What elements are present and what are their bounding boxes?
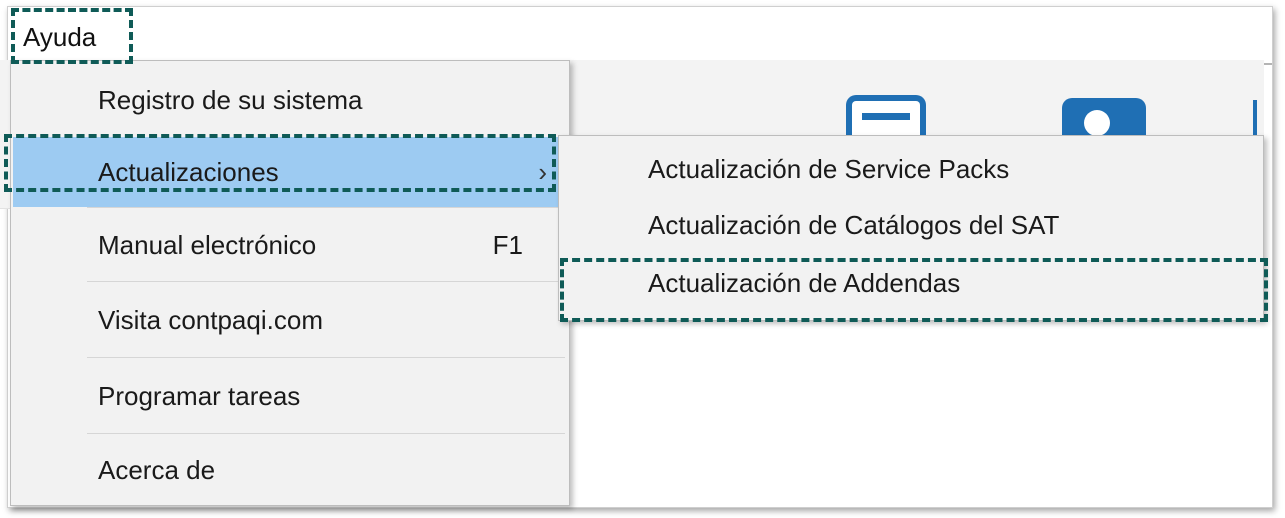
menu-bar: Ayuda xyxy=(8,7,1272,65)
menu-item-registro[interactable]: Registro de su sistema xyxy=(13,75,567,125)
menu-separator xyxy=(87,281,565,282)
menu-item-label: Visita contpaqi.com xyxy=(98,305,323,335)
menu-item-programar[interactable]: Programar tareas xyxy=(13,361,567,431)
menu-item-label: Programar tareas xyxy=(98,381,301,411)
shortcut-f1: F1 xyxy=(492,230,523,260)
menu-separator xyxy=(87,357,565,358)
submenu-item-service-packs[interactable]: Actualización de Service Packs xyxy=(648,154,1009,185)
menu-item-acerca[interactable]: Acerca de xyxy=(13,437,567,503)
menu-separator xyxy=(87,433,565,434)
menu-item-label: Acerca de xyxy=(98,455,216,485)
callout-actualizaciones xyxy=(4,134,556,192)
help-dropdown-menu: Registro de su sistema Actualizaciones ›… xyxy=(10,60,570,506)
menu-item-manual[interactable]: Manual electrónico F1 xyxy=(13,211,567,279)
menu-separator xyxy=(87,207,565,208)
menu-item-label: Manual electrónico xyxy=(98,230,317,260)
menu-item-label: Registro de su sistema xyxy=(98,85,363,115)
callout-addendas xyxy=(560,258,1268,322)
menu-item-visita[interactable]: Visita contpaqi.com xyxy=(13,285,567,355)
submenu-item-catalogos-sat[interactable]: Actualización de Catálogos del SAT xyxy=(648,210,1059,241)
callout-ayuda xyxy=(11,8,133,64)
